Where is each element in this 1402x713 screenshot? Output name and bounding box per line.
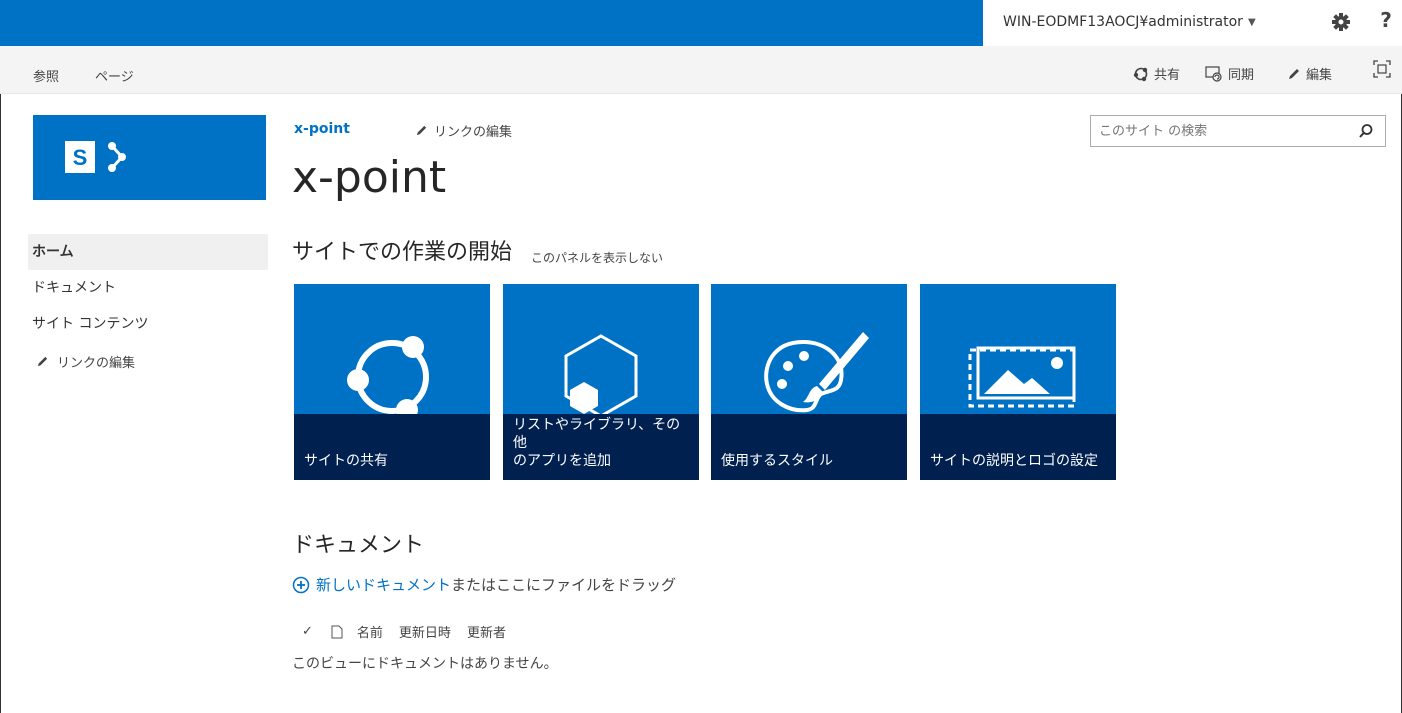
search-box <box>1090 115 1386 147</box>
svg-text:S: S <box>73 145 88 170</box>
tab-browse[interactable]: 参照 <box>33 66 59 85</box>
getting-started-title: サイトでの作業の開始 <box>292 240 513 265</box>
chevron-down-icon: ▼ <box>1247 16 1256 28</box>
tab-page[interactable]: ページ <box>95 66 134 85</box>
left-navigation: ホーム ドキュメント サイト コンテンツ リンクの編集 <box>28 234 268 371</box>
focus-icon <box>1373 60 1391 78</box>
file-type-icon <box>331 625 343 638</box>
tile-label-line2: のアプリを追加 <box>513 453 611 469</box>
page-title: x-point <box>292 152 447 203</box>
drag-files-hint: またはここにファイルをドラッグ <box>451 576 677 594</box>
sync-label: 同期 <box>1228 68 1255 83</box>
edit-label: 編集 <box>1306 68 1333 83</box>
documents-title: ドキュメント <box>292 533 425 558</box>
sync-icon <box>1205 65 1222 82</box>
nav-item-home[interactable]: ホーム <box>28 234 268 270</box>
window-border-left <box>0 46 1 713</box>
edit-top-links-button[interactable]: リンクの編集 <box>415 121 512 140</box>
nav-item-site-contents[interactable]: サイト コンテンツ <box>28 306 268 342</box>
suite-bar: WIN-EODMF13AOCJ¥administrator ▼ ? <box>0 0 1402 46</box>
nav-edit-links-button[interactable]: リンクの編集 <box>28 352 268 371</box>
tile-share-site[interactable]: サイトの共有 <box>294 284 490 480</box>
tile-style[interactable]: 使用するスタイル <box>711 284 907 480</box>
tile-label-line1: リストやライブラリ、その他 <box>513 417 681 451</box>
add-circle-icon <box>292 576 310 593</box>
focus-content-button[interactable] <box>1373 60 1396 78</box>
nav-item-documents[interactable]: ドキュメント <box>28 270 268 306</box>
gear-icon[interactable] <box>1330 11 1352 33</box>
user-menu[interactable]: WIN-EODMF13AOCJ¥administrator ▼ <box>1003 14 1256 30</box>
tile-add-app[interactable]: リストやライブラリ、その他 のアプリを追加 <box>503 284 699 480</box>
edit-button[interactable]: 編集 <box>1287 64 1332 83</box>
tile-label: サイトの共有 <box>294 414 490 480</box>
share-icon <box>1133 67 1148 81</box>
sync-button[interactable]: 同期 <box>1205 64 1254 83</box>
column-modified[interactable]: 更新日時 <box>399 622 451 641</box>
nav-edit-links-label: リンクの編集 <box>57 356 136 371</box>
ribbon: 参照 ページ 共有 同期 編集 <box>0 46 1402 94</box>
share-button[interactable]: 共有 <box>1133 64 1180 83</box>
site-breadcrumb-link[interactable]: x-point <box>294 121 350 137</box>
help-icon[interactable]: ? <box>1376 8 1396 34</box>
tile-label: サイトの説明とロゴの設定 <box>920 414 1116 480</box>
share-label: 共有 <box>1154 68 1181 83</box>
tile-site-description-logo[interactable]: サイトの説明とロゴの設定 <box>920 284 1116 480</box>
empty-view-message: このビューにドキュメントはありません。 <box>292 656 558 672</box>
search-icon[interactable] <box>1349 116 1383 146</box>
document-column-headers: ✓ 名前 更新日時 更新者 <box>302 622 522 641</box>
select-all-check-icon[interactable]: ✓ <box>302 624 313 639</box>
sharepoint-logo[interactable]: S <box>33 115 266 200</box>
column-modified-by[interactable]: 更新者 <box>467 622 506 641</box>
edit-links-label: リンクの編集 <box>434 125 513 140</box>
new-document-label: 新しいドキュメント <box>316 576 452 594</box>
column-name[interactable]: 名前 <box>357 622 383 641</box>
suite-bar-blue <box>0 0 983 46</box>
search-input[interactable] <box>1091 116 1349 146</box>
tile-label: リストやライブラリ、その他 のアプリを追加 <box>503 414 699 480</box>
edit-pencil-icon <box>37 356 48 367</box>
new-document-link[interactable]: 新しいドキュメント またはここにファイルをドラッグ <box>292 574 676 595</box>
tile-label: 使用するスタイル <box>711 414 907 480</box>
edit-pencil-icon <box>1289 68 1299 79</box>
user-name: WIN-EODMF13AOCJ¥administrator <box>1003 14 1243 30</box>
edit-pencil-icon <box>416 125 427 136</box>
hide-panel-link[interactable]: このパネルを表示しない <box>531 249 663 266</box>
